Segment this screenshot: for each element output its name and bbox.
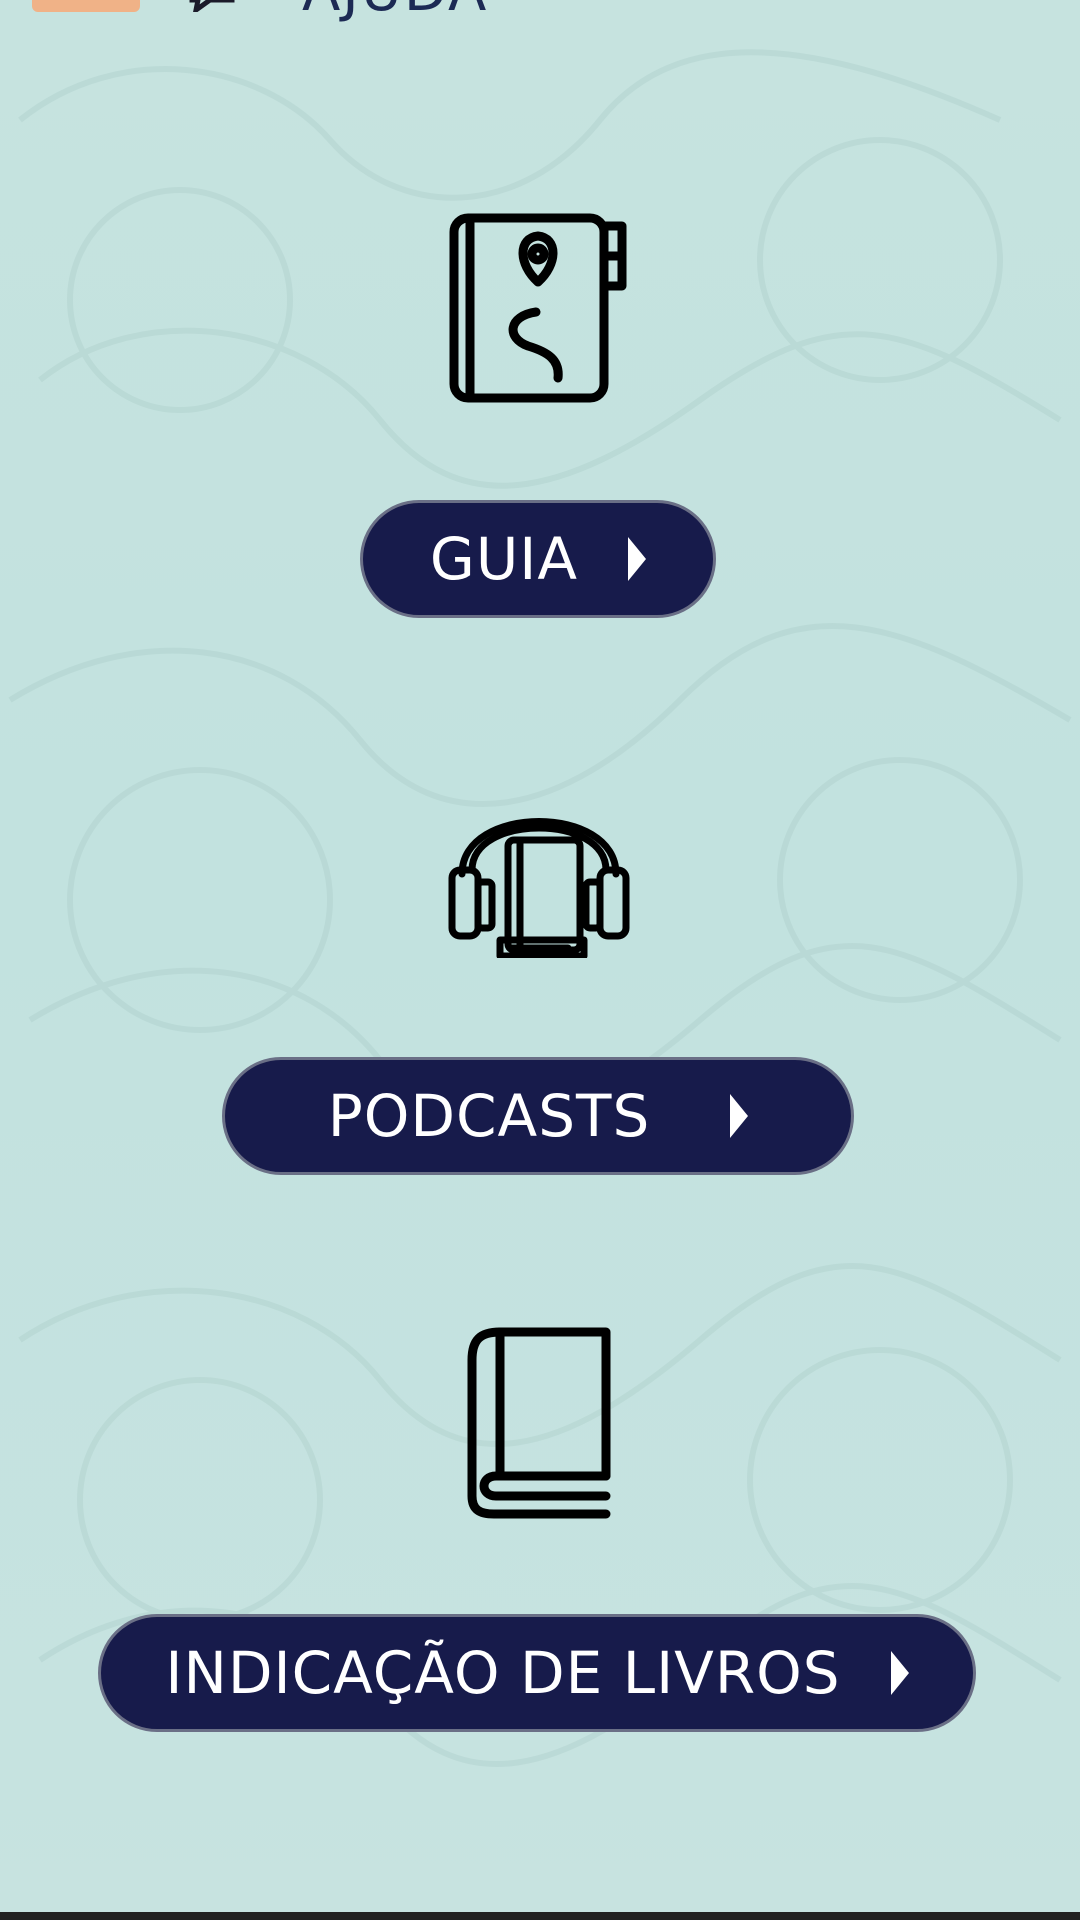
audiobook-headphones-icon bbox=[448, 774, 630, 958]
chevron-right-icon bbox=[730, 1094, 749, 1138]
chevron-right-icon bbox=[628, 537, 647, 581]
podcasts-button[interactable]: PODCASTS bbox=[222, 1057, 854, 1175]
book-icon bbox=[466, 1326, 612, 1520]
guia-button-label: GUIA bbox=[429, 525, 579, 593]
app-header: AJUDA bbox=[0, 0, 1080, 20]
chat-icon[interactable] bbox=[188, 0, 240, 12]
guia-button[interactable]: GUIA bbox=[360, 500, 716, 618]
bottom-divider bbox=[0, 1912, 1080, 1920]
indicacao-de-livros-button-label: INDICAÇÃO DE LIVROS bbox=[165, 1639, 841, 1707]
menu-icon[interactable] bbox=[32, 0, 140, 12]
chevron-right-icon bbox=[890, 1651, 909, 1695]
indicacao-de-livros-button[interactable]: INDICAÇÃO DE LIVROS bbox=[98, 1614, 976, 1732]
page-title: AJUDA bbox=[302, 0, 488, 20]
guide-book-map-icon bbox=[448, 212, 628, 404]
podcasts-button-label: PODCASTS bbox=[327, 1082, 651, 1150]
